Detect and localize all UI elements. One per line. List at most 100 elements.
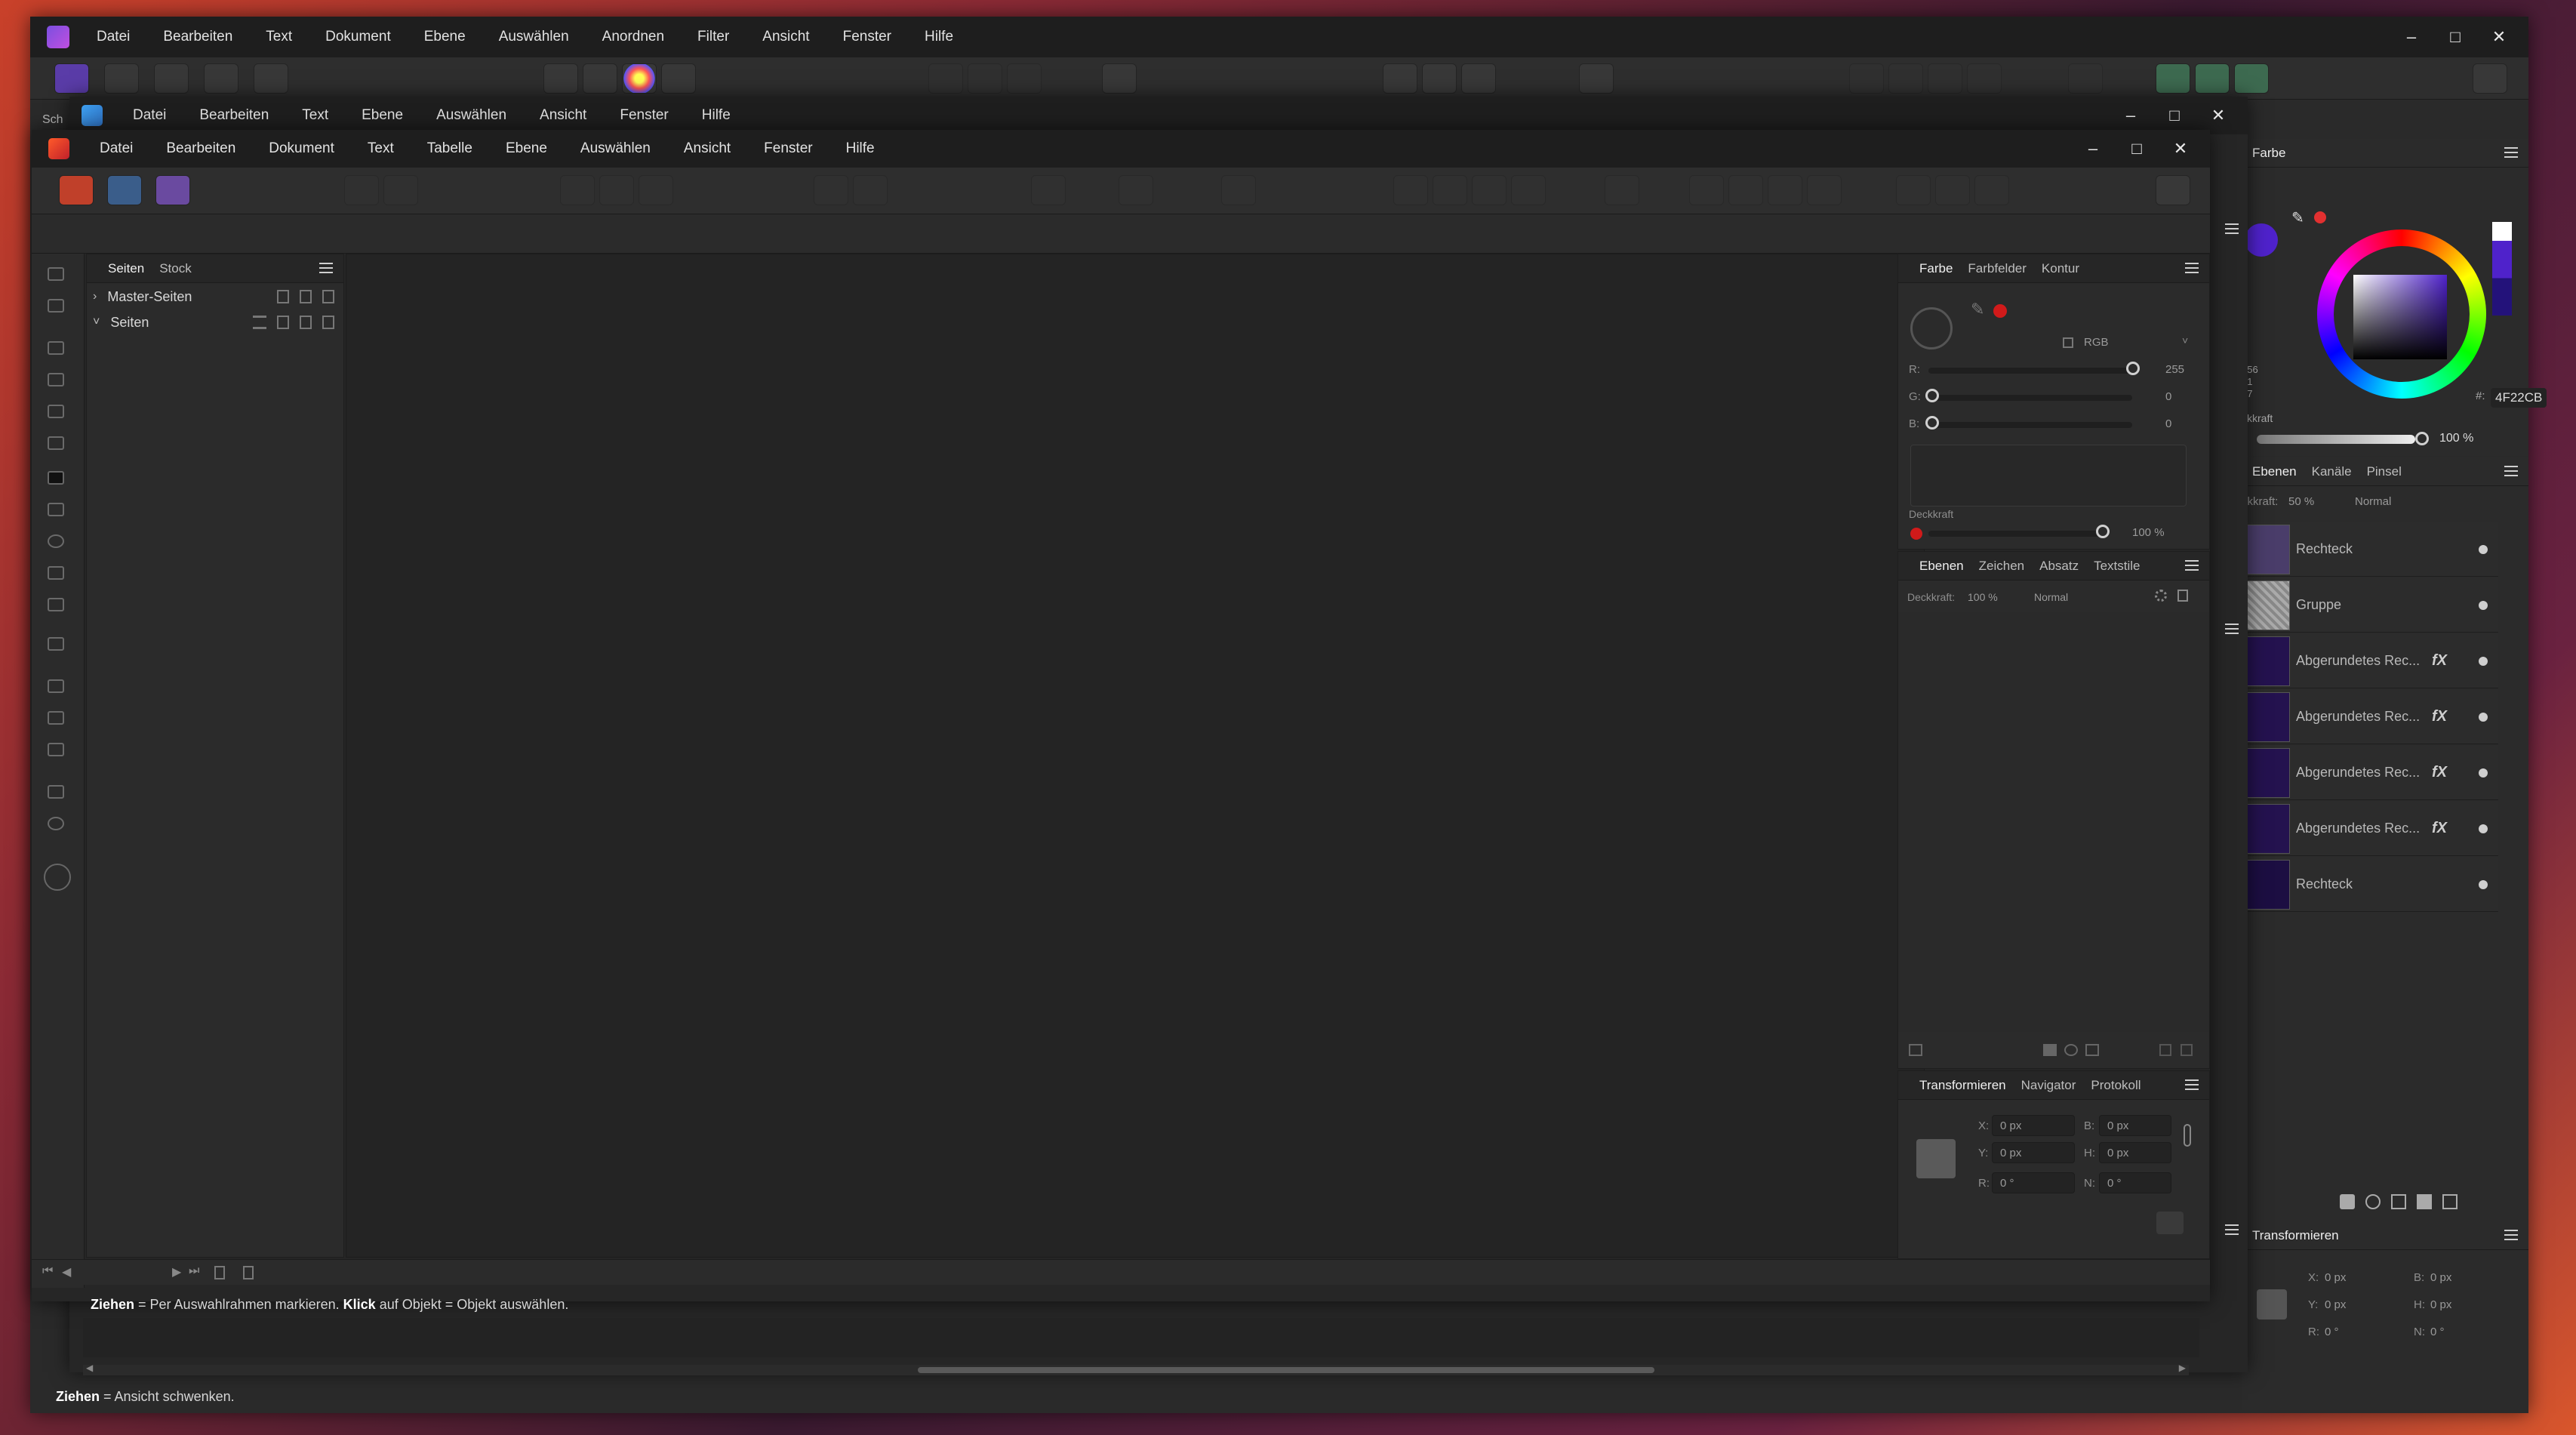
persona-photo-button[interactable] — [107, 175, 142, 205]
toolbar-button[interactable] — [1031, 175, 1066, 205]
anchor-point-icon[interactable] — [1916, 1139, 1956, 1178]
rectangle-tool[interactable] — [41, 465, 71, 491]
visibility-dot-icon[interactable] — [2479, 656, 2488, 666]
toolbar-button[interactable] — [814, 175, 848, 205]
minimize-button[interactable]: – — [2071, 139, 2115, 159]
close-button[interactable]: ✕ — [2196, 106, 2240, 125]
chevron-down-icon[interactable]: ˅ — [93, 316, 100, 329]
r-value[interactable]: 255 — [2165, 363, 2184, 376]
scrollbar-thumb[interactable] — [918, 1367, 1654, 1373]
toolbar-button[interactable] — [383, 175, 418, 205]
layer-row[interactable]: Abgerundetes Rec... fX — [2242, 690, 2498, 744]
toolbar-button[interactable] — [1422, 63, 1457, 94]
duplicate-master-icon[interactable] — [300, 290, 312, 303]
tab-kanaele[interactable]: Kanäle — [2312, 464, 2352, 479]
ellipse-tool[interactable] — [41, 528, 71, 554]
maximize-button[interactable]: □ — [2433, 27, 2477, 47]
horizontal-scrollbar[interactable]: ◀ ▶ — [83, 1363, 2189, 1375]
panel-menu-icon[interactable] — [2225, 624, 2239, 634]
toolbar-button[interactable] — [1689, 175, 1724, 205]
toolbar-button[interactable] — [560, 175, 595, 205]
zoom-tool[interactable] — [41, 811, 71, 836]
scroll-right-icon[interactable]: ▶ — [2179, 1363, 2186, 1373]
close-button[interactable]: ✕ — [2159, 139, 2202, 159]
menu-hilfe[interactable]: Hilfe — [702, 107, 731, 124]
layer-row[interactable]: Abgerundetes Rec... fX — [2242, 746, 2498, 800]
fx-icon[interactable]: fX — [2424, 764, 2454, 781]
trash-icon[interactable] — [2442, 1194, 2458, 1209]
toolbar-button[interactable] — [1102, 63, 1137, 94]
menu-bearbeiten[interactable]: Bearbeiten — [166, 140, 235, 157]
color-square[interactable] — [2353, 275, 2447, 359]
opacity-slider[interactable] — [2257, 435, 2415, 444]
fx-icon[interactable] — [2085, 1044, 2099, 1056]
table-tool[interactable] — [41, 367, 71, 393]
add-page-icon[interactable] — [277, 316, 289, 329]
toolbar-button[interactable] — [254, 63, 288, 94]
menu-ansicht[interactable]: Ansicht — [762, 29, 809, 45]
toolbar-button[interactable] — [543, 63, 578, 94]
color-picker-icon[interactable]: ✎ — [2291, 208, 2304, 227]
node-tool[interactable] — [41, 293, 71, 319]
menu-dokument[interactable]: Dokument — [325, 29, 391, 45]
panel-menu-icon[interactable] — [2185, 263, 2199, 273]
menu-dokument[interactable]: Dokument — [269, 140, 334, 157]
rectangle-frame-tool[interactable] — [41, 497, 71, 522]
fx-icon[interactable]: fX — [2424, 820, 2454, 837]
layer-options-icon[interactable] — [1909, 1044, 1922, 1056]
first-page-icon[interactable]: ⏮ — [42, 1264, 53, 1278]
toolbar-button[interactable] — [599, 175, 634, 205]
toolbar-button[interactable] — [1974, 175, 2009, 205]
transform-title[interactable]: Transformieren — [2252, 1228, 2339, 1243]
account-button[interactable] — [2473, 63, 2507, 94]
fill-tool[interactable] — [41, 673, 71, 699]
tab-ebenen[interactable]: Ebenen — [1919, 559, 1964, 574]
layer-row[interactable]: Abgerundetes Rec... fX — [2242, 634, 2498, 688]
master-pages-row[interactable]: › Master-Seiten — [87, 285, 343, 309]
toolbar-button[interactable] — [1119, 175, 1153, 205]
minimize-button[interactable]: – — [2109, 106, 2153, 125]
folder-icon[interactable] — [2417, 1194, 2432, 1209]
lock-icon[interactable] — [2063, 337, 2073, 348]
tab-zeichen[interactable]: Zeichen — [1979, 559, 2024, 574]
x-value[interactable]: 0 px — [2325, 1271, 2346, 1284]
menu-hilfe[interactable]: Hilfe — [846, 140, 875, 157]
visibility-dot-icon[interactable] — [2479, 879, 2488, 889]
toolbar-button[interactable] — [1728, 175, 1763, 205]
pen-tool[interactable] — [41, 430, 71, 456]
opacity-value[interactable]: 100 % — [1968, 591, 1998, 603]
b-field[interactable]: 0 px — [2099, 1115, 2171, 1136]
visibility-dot-icon[interactable] — [2479, 544, 2488, 554]
r-knob[interactable] — [2126, 362, 2140, 375]
tab-kontur[interactable]: Kontur — [2042, 261, 2079, 276]
toolbar-button[interactable] — [1383, 63, 1417, 94]
tab-transformieren[interactable]: Transformieren — [1919, 1078, 2006, 1093]
tab-farbfelder[interactable]: Farbfelder — [1968, 261, 2026, 276]
toolbar-button[interactable] — [2156, 63, 2190, 94]
opacity-knob[interactable] — [2415, 432, 2429, 445]
toolbar-button[interactable] — [1928, 63, 1962, 94]
menu-ansicht[interactable]: Ansicht — [684, 140, 731, 157]
toolbar-button[interactable] — [344, 175, 379, 205]
persona-pixel-button[interactable] — [104, 63, 139, 94]
link-icon[interactable] — [2184, 1124, 2191, 1147]
r-slider[interactable] — [1928, 368, 2132, 374]
page-thumb-icon[interactable] — [214, 1266, 225, 1279]
account-button[interactable] — [2156, 175, 2190, 205]
mask-icon[interactable] — [2043, 1044, 2057, 1056]
scroll-left-icon[interactable]: ◀ — [86, 1363, 93, 1373]
menu-bearbeiten[interactable]: Bearbeiten — [163, 29, 232, 45]
y-value[interactable]: 0 px — [2325, 1298, 2346, 1311]
color-picker-icon[interactable]: ✎ — [1971, 300, 1984, 319]
panel-menu-icon[interactable] — [2504, 1230, 2518, 1240]
visibility-dot-icon[interactable] — [2479, 824, 2488, 833]
menu-fenster[interactable]: Fenster — [620, 107, 668, 124]
y-field[interactable]: 0 px — [1992, 1142, 2075, 1163]
color-picker-tool[interactable] — [41, 737, 71, 762]
tab-textstile[interactable]: Textstile — [2094, 559, 2140, 574]
hex-value[interactable]: 4F22CB — [2491, 388, 2547, 408]
next-page-icon[interactable]: ▶ — [172, 1264, 181, 1279]
toolbar-button[interactable] — [204, 63, 239, 94]
panel-menu-icon[interactable] — [319, 263, 333, 273]
maximize-button[interactable]: □ — [2115, 139, 2159, 159]
